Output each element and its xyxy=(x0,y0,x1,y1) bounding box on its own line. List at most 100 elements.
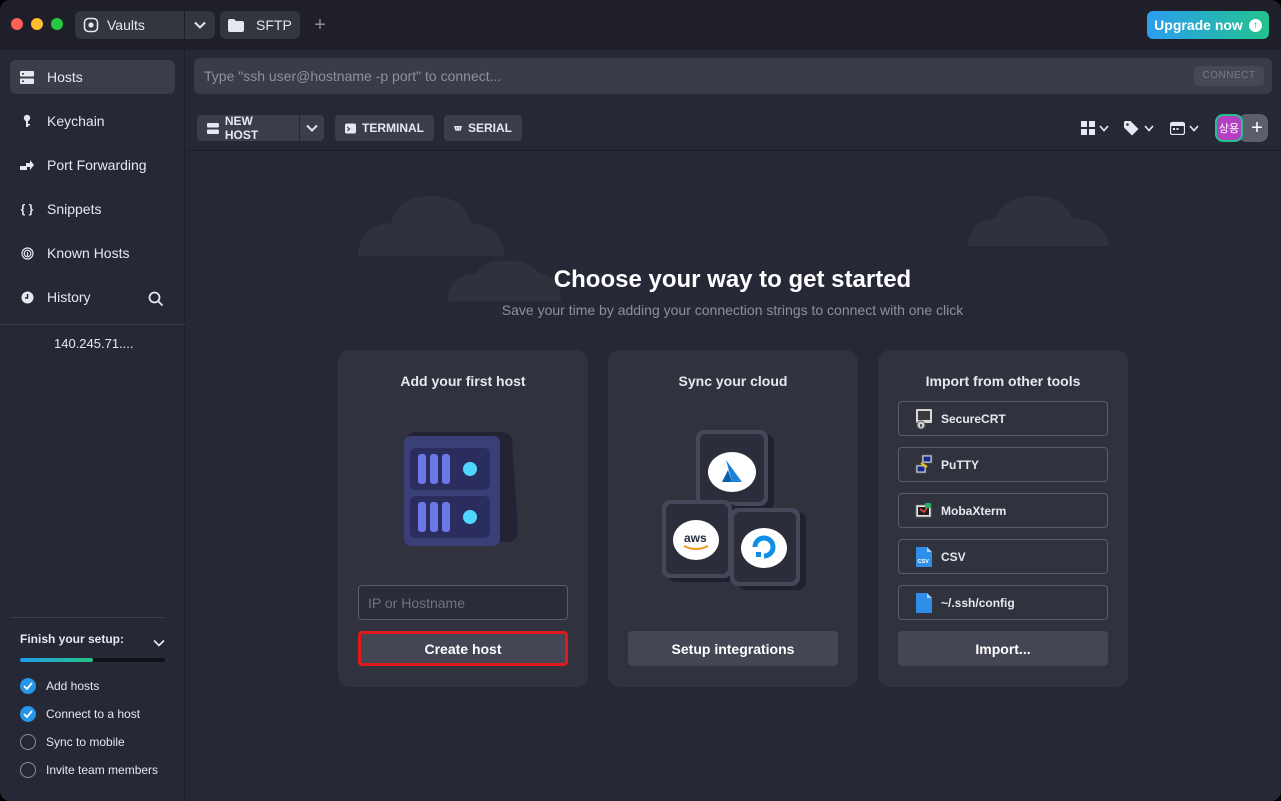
folder-icon xyxy=(228,18,244,32)
sort-toggle[interactable] xyxy=(1170,120,1199,136)
serial-label: SERIAL xyxy=(467,121,512,135)
page-subtitle: Save your time by adding your connection… xyxy=(501,302,964,318)
setup-step-connect[interactable]: Connect to a host xyxy=(20,706,140,722)
setup-step-label: Sync to mobile xyxy=(46,735,125,749)
chevron-down-icon[interactable] xyxy=(153,634,165,647)
import-item-label: SecureCRT xyxy=(941,411,1006,426)
sidebar-item-known-hosts[interactable]: Known Hosts xyxy=(10,236,175,270)
tab-label: SFTP xyxy=(256,17,292,33)
new-host-label: NEW HOST xyxy=(224,114,259,142)
terminal-icon xyxy=(345,122,356,134)
braces-icon: { } xyxy=(20,202,34,216)
svg-text:CSV: CSV xyxy=(918,559,930,565)
chevron-down-icon xyxy=(306,124,318,132)
quick-connect-bar: CONNECT xyxy=(194,58,1272,94)
fingerprint-icon xyxy=(20,246,34,260)
card-title: Add your first host xyxy=(400,373,526,389)
tab-sftp[interactable]: SFTP xyxy=(220,11,300,39)
chevron-down-icon xyxy=(1144,124,1154,132)
page-title: Choose your way to get started xyxy=(553,266,912,293)
sidebar-item-hosts[interactable]: Hosts xyxy=(10,60,175,94)
plus-icon[interactable]: + xyxy=(308,12,332,38)
port-forward-icon xyxy=(20,158,34,172)
hosts-grid-icon xyxy=(20,70,34,84)
minimize-window-button[interactable] xyxy=(31,18,43,30)
setup-step-label: Add hosts xyxy=(46,679,100,693)
svg-text:aws: aws xyxy=(684,531,707,545)
digitalocean-box xyxy=(730,508,806,590)
calendar-icon xyxy=(1170,121,1185,135)
setup-step-label: Invite team members xyxy=(46,763,159,777)
tab-vaults[interactable]: Vaults xyxy=(75,11,184,39)
import-securecrt-button[interactable]: SecureCRT xyxy=(898,401,1108,436)
terminal-label: TERMINAL xyxy=(362,121,424,135)
search-icon[interactable] xyxy=(148,291,164,307)
quick-connect-input[interactable] xyxy=(204,58,1164,94)
sidebar-item-label: Hosts xyxy=(47,69,83,85)
sidebar-item-port-forwarding[interactable]: Port Forwarding xyxy=(10,148,175,182)
import-putty-button[interactable]: PuTTY xyxy=(898,447,1108,482)
import-item-label: PuTTY xyxy=(941,457,979,472)
sidebar-item-label: Snippets xyxy=(47,201,102,217)
putty-icon xyxy=(915,454,933,473)
empty-circle-icon xyxy=(20,734,36,750)
upgrade-now-button[interactable]: Upgrade now ↑ xyxy=(1147,11,1269,39)
setup-step-sync-mobile[interactable]: Sync to mobile xyxy=(20,734,125,750)
chevron-down-icon xyxy=(1099,124,1109,132)
sidebar-item-label: Known Hosts xyxy=(47,245,130,261)
setup-progress-fill xyxy=(20,658,93,662)
background-clouds xyxy=(358,196,1108,301)
new-host-button[interactable]: NEW HOST xyxy=(197,114,299,142)
layout-view-toggle[interactable] xyxy=(1081,120,1109,136)
hosts-grid-icon xyxy=(207,122,219,134)
sidebar-divider xyxy=(0,324,185,325)
mobaxterm-icon xyxy=(915,502,932,517)
import-item-label: ~/.ssh/config xyxy=(941,595,1015,610)
import-csv-button[interactable]: CSV CSV xyxy=(898,539,1108,574)
clock-icon xyxy=(20,290,34,304)
import-item-label: MobaXterm xyxy=(941,503,1007,518)
zoom-window-button[interactable] xyxy=(51,18,63,30)
sidebar-item-label: History xyxy=(47,289,91,305)
terminal-button[interactable]: TERMINAL xyxy=(335,115,434,141)
setup-step-invite-team[interactable]: Invite team members xyxy=(20,762,158,778)
title-bar: Vaults SFTP + Upgrade now ↑ xyxy=(0,0,1281,50)
sidebar-item-keychain[interactable]: Keychain xyxy=(10,104,175,138)
avatar[interactable]: 상용 xyxy=(1215,114,1243,142)
setup-step-label: Connect to a host xyxy=(46,707,141,721)
close-window-button[interactable] xyxy=(11,18,23,30)
new-host-dropdown-button[interactable] xyxy=(300,115,324,141)
aws-box: aws xyxy=(662,500,738,582)
serial-port-icon xyxy=(454,126,462,131)
sidebar: Hosts Keychain Port Forwarding { } Snipp… xyxy=(0,50,185,801)
sync-cloud-card: Sync your cloud aws Setup integrations xyxy=(608,350,858,687)
check-circle-icon xyxy=(20,678,36,694)
add-host-card: Add your first host Create host xyxy=(338,350,588,687)
hostname-input[interactable] xyxy=(358,585,568,620)
grid-view-icon xyxy=(1081,121,1095,135)
tag-filter-toggle[interactable] xyxy=(1124,120,1154,136)
import-mobaxterm-button[interactable]: MobaXterm xyxy=(898,493,1108,528)
setup-divider xyxy=(10,617,165,618)
import-ssh-config-button[interactable]: ~/.ssh/config xyxy=(898,585,1108,620)
connect-button[interactable]: CONNECT xyxy=(1194,66,1264,86)
sidebar-item-label: Port Forwarding xyxy=(47,157,147,173)
key-icon xyxy=(20,114,34,128)
vaults-dropdown-button[interactable] xyxy=(185,11,215,39)
csv-file-icon: CSV xyxy=(916,546,932,567)
sidebar-item-snippets[interactable]: { } Snippets xyxy=(10,192,175,226)
serial-button[interactable]: SERIAL xyxy=(444,115,522,141)
setup-progress-bar xyxy=(20,658,165,662)
arrow-up-circle-icon: ↑ xyxy=(1248,18,1262,32)
upgrade-label: Upgrade now xyxy=(1154,17,1243,33)
chevron-down-icon xyxy=(1189,124,1199,132)
cloud-providers-illustration: aws xyxy=(662,430,806,590)
recent-host-item[interactable]: 140.245.71.... xyxy=(54,336,134,351)
termius-window: Vaults SFTP + Upgrade now ↑ Hosts Keycha… xyxy=(0,0,1281,801)
setup-step-add-hosts[interactable]: Add hosts xyxy=(20,678,99,694)
card-title: Sync your cloud xyxy=(678,373,788,389)
setup-integrations-button[interactable]: Setup integrations xyxy=(628,631,838,666)
create-host-button[interactable]: Create host xyxy=(358,631,568,666)
import-button[interactable]: Import... xyxy=(898,631,1108,666)
securecrt-icon xyxy=(916,408,932,429)
